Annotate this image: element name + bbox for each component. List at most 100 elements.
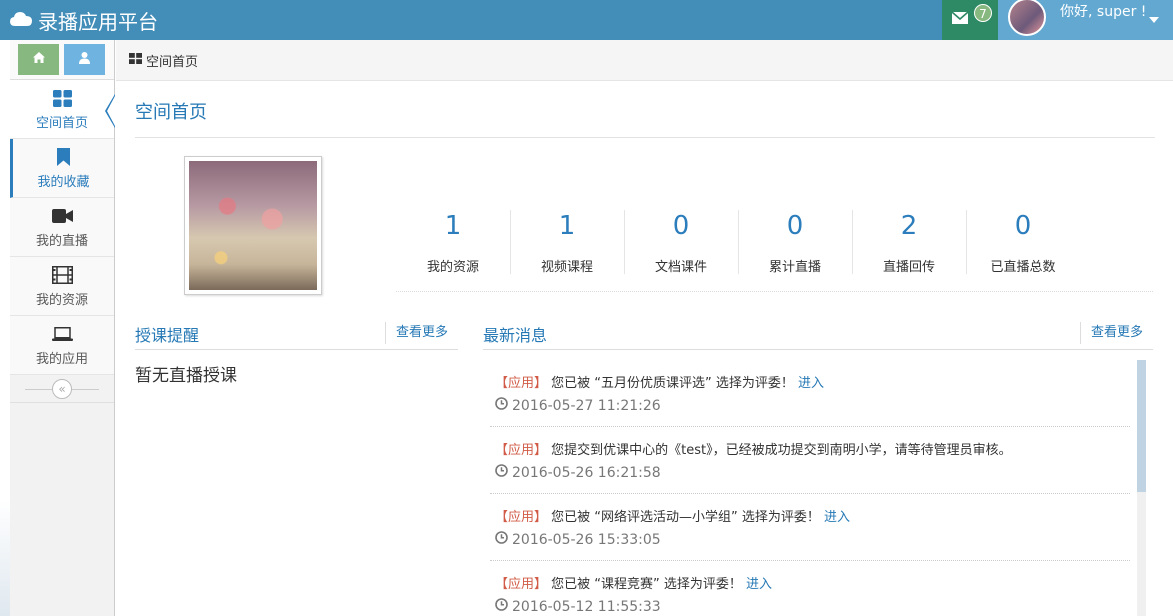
sidebar: 空间首页 我的收藏 我的直播 我的资源 我的应用 « bbox=[10, 40, 115, 616]
top-navbar: 录播应用平台 7 你好, super ! bbox=[0, 0, 1173, 40]
timestamp: 2016-05-26 16:21:58 bbox=[512, 464, 661, 481]
profile-shortcut-button[interactable] bbox=[64, 44, 105, 75]
sidebar-collapse: « bbox=[10, 375, 114, 403]
breadcrumb: 空间首页 bbox=[116, 40, 1173, 81]
enter-link[interactable]: 进入 bbox=[824, 510, 850, 525]
message-tag: 【应用】 bbox=[495, 577, 548, 592]
cloud-icon bbox=[10, 8, 38, 32]
news-title: 最新消息 bbox=[483, 326, 548, 345]
stat-label: 累计直播 bbox=[768, 260, 821, 275]
stat-my-resources[interactable]: 1 我的资源 bbox=[396, 196, 510, 291]
home-shortcut-button[interactable] bbox=[18, 44, 59, 75]
empty-reminders-text: 暂无直播授课 bbox=[135, 366, 237, 386]
sidebar-item-space-home[interactable]: 空间首页 bbox=[10, 80, 115, 139]
message-text: 您提交到优课中心的《test》，已经被成功提交到南明小学，请等待管理员审核。 bbox=[547, 443, 1012, 458]
brand[interactable]: 录播应用平台 bbox=[10, 6, 158, 34]
clock-icon bbox=[495, 397, 512, 414]
sidebar-shortcuts bbox=[10, 40, 114, 80]
message-line: 【应用】 您已被 “课程竞赛” 选择为评委！ 进入 bbox=[495, 573, 772, 592]
title-divider bbox=[135, 137, 1155, 138]
dashboard-icon bbox=[129, 52, 146, 68]
message-line: 【应用】 您提交到优课中心的《test》，已经被成功提交到南明小学，请等待管理员… bbox=[495, 439, 1012, 458]
sidebar-item-apps[interactable]: 我的应用 bbox=[10, 316, 114, 375]
stat-video-courses[interactable]: 1 视频课程 bbox=[510, 196, 624, 291]
profile-image bbox=[189, 161, 317, 290]
list-item: 【应用】 您已被 “网络评选活动—小学组” 选择为评委！ 进入 2016-05-… bbox=[490, 494, 1130, 561]
sidebar-item-label: 空间首页 bbox=[35, 116, 88, 131]
stat-documents[interactable]: 0 文档课件 bbox=[624, 196, 738, 291]
news-header: 最新消息 查看更多 bbox=[483, 322, 1153, 350]
list-item: 【应用】 您已被 “课程竞赛” 选择为评委！ 进入 2016-05-12 11:… bbox=[490, 561, 1130, 616]
news-scrollbar-thumb[interactable] bbox=[1137, 360, 1146, 492]
user-menu[interactable]: 你好, super ! bbox=[998, 0, 1173, 40]
list-item: 【应用】 您提交到优课中心的《test》，已经被成功提交到南明小学，请等待管理员… bbox=[490, 427, 1130, 494]
stat-value: 1 bbox=[558, 211, 576, 241]
laptop-icon bbox=[51, 323, 73, 345]
stat-value: 2 bbox=[900, 211, 918, 241]
sidebar-item-label: 我的收藏 bbox=[37, 175, 90, 190]
app-title: 录播应用平台 bbox=[38, 9, 158, 34]
news-list: 【应用】 您已被 “五月份优质课评选” 选择为评委！ 进入 2016-05-27… bbox=[483, 360, 1146, 616]
clock-icon bbox=[495, 598, 512, 615]
reminders-more-link[interactable]: 查看更多 bbox=[384, 322, 448, 344]
user-greeting: 你好, super ! bbox=[1060, 4, 1147, 20]
message-tag: 【应用】 bbox=[495, 376, 548, 391]
timestamp: 2016-05-26 15:33:05 bbox=[512, 531, 661, 548]
message-time: 2016-05-12 11:55:33 bbox=[495, 598, 661, 615]
breadcrumb-item[interactable]: 空间首页 bbox=[146, 51, 198, 70]
clock-icon bbox=[495, 464, 512, 481]
stat-label: 已直播总数 bbox=[990, 260, 1056, 275]
home-icon bbox=[32, 52, 45, 67]
sidebar-item-resources[interactable]: 我的资源 bbox=[10, 257, 114, 316]
sidebar-item-label: 我的资源 bbox=[35, 293, 88, 308]
page-title: 空间首页 bbox=[135, 102, 207, 123]
stat-label: 文档课件 bbox=[654, 260, 707, 275]
reminders-header: 授课提醒 查看更多 bbox=[135, 322, 458, 350]
video-camera-icon bbox=[51, 205, 73, 227]
stat-value: 0 bbox=[786, 211, 804, 241]
sidebar-item-favorites[interactable]: 我的收藏 bbox=[10, 139, 114, 198]
message-line: 【应用】 您已被 “网络评选活动—小学组” 选择为评委！ 进入 bbox=[495, 506, 850, 525]
envelope-icon bbox=[951, 11, 969, 28]
message-time: 2016-05-26 16:21:58 bbox=[495, 464, 661, 481]
enter-link[interactable]: 进入 bbox=[798, 376, 824, 391]
stat-label: 直播回传 bbox=[882, 260, 935, 275]
avatar bbox=[1008, 0, 1046, 36]
bookmark-icon bbox=[57, 146, 70, 168]
message-tag: 【应用】 bbox=[495, 443, 548, 458]
reminders-title: 授课提醒 bbox=[135, 326, 200, 345]
stat-value: 1 bbox=[444, 211, 462, 241]
message-time: 2016-05-27 11:21:26 bbox=[495, 397, 661, 414]
sidebar-item-label: 我的应用 bbox=[35, 352, 88, 367]
sidebar-item-label: 我的直播 bbox=[35, 234, 88, 249]
stat-label: 我的资源 bbox=[426, 260, 479, 275]
stats-row: 1 我的资源 1 视频课程 0 文档课件 0 累计直播 2 直播回传 0 已直播… bbox=[396, 196, 1153, 292]
user-icon bbox=[79, 51, 90, 68]
clock-icon bbox=[495, 531, 512, 548]
stat-value: 0 bbox=[1014, 211, 1032, 241]
message-time: 2016-05-26 15:33:05 bbox=[495, 531, 661, 548]
stat-label: 视频课程 bbox=[540, 260, 593, 275]
message-tag: 【应用】 bbox=[495, 510, 548, 525]
collapse-toggle-button[interactable]: « bbox=[52, 378, 72, 399]
messages-button[interactable]: 7 bbox=[942, 0, 998, 40]
timestamp: 2016-05-27 11:21:26 bbox=[512, 397, 661, 414]
news-more-link[interactable]: 查看更多 bbox=[1079, 322, 1143, 344]
caret-down-icon bbox=[1149, 17, 1159, 23]
timestamp: 2016-05-12 11:55:33 bbox=[512, 598, 661, 615]
stat-value: 0 bbox=[672, 211, 690, 241]
list-item: 【应用】 您已被 “五月份优质课评选” 选择为评委！ 进入 2016-05-27… bbox=[490, 360, 1130, 427]
stat-total-live[interactable]: 0 累计直播 bbox=[738, 196, 852, 291]
message-text: 您已被 “课程竞赛” 选择为评委！ bbox=[547, 577, 742, 592]
sidebar-item-live[interactable]: 我的直播 bbox=[10, 198, 114, 257]
stat-lives-done[interactable]: 0 已直播总数 bbox=[966, 196, 1080, 291]
dashboard-icon bbox=[52, 87, 72, 109]
message-text: 您已被 “网络评选活动—小学组” 选择为评委！ bbox=[547, 510, 820, 525]
message-line: 【应用】 您已被 “五月份优质课评选” 选择为评委！ 进入 bbox=[495, 372, 824, 391]
enter-link[interactable]: 进入 bbox=[746, 577, 772, 592]
profile-picture[interactable] bbox=[184, 156, 322, 295]
film-icon bbox=[51, 264, 73, 286]
mail-count-badge: 7 bbox=[974, 4, 992, 22]
page-edge bbox=[0, 40, 10, 616]
stat-live-uploads[interactable]: 2 直播回传 bbox=[852, 196, 966, 291]
